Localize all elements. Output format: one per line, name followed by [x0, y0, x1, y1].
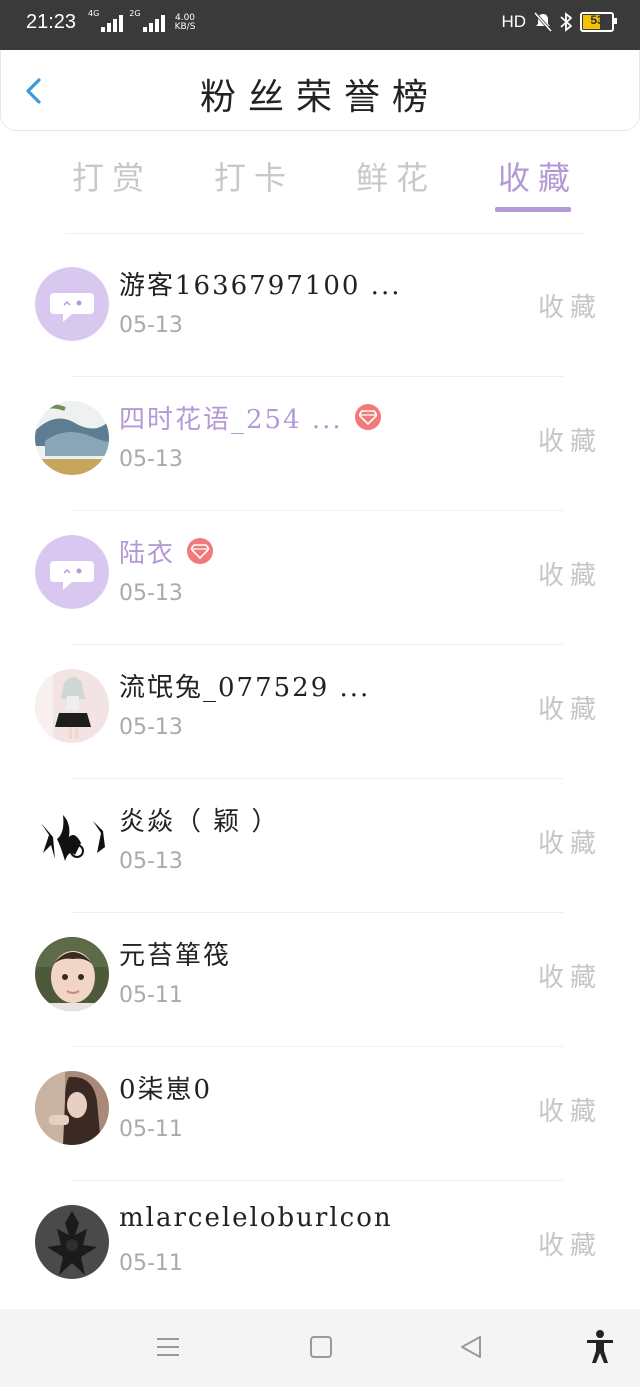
list-item[interactable]: 陆衣 05-13 收藏 — [0, 511, 640, 645]
network-type-2: 2G — [129, 9, 141, 18]
fan-action-label: 收藏 — [537, 1097, 602, 1127]
signal-icon — [101, 15, 124, 32]
fan-date: 05-13 — [119, 849, 183, 874]
fan-date: 05-13 — [119, 447, 183, 472]
vip-diamond-icon — [187, 538, 214, 564]
fan-date: 05-11 — [119, 983, 183, 1008]
tab-flowers[interactable]: 鲜花 — [356, 153, 436, 199]
signal-icon-2 — [142, 15, 165, 32]
fan-name: 四时花语_254 ... — [119, 399, 381, 436]
bluetooth-icon — [560, 12, 572, 32]
ink-figures-avatar-icon — [35, 803, 109, 877]
fan-action-label: 收藏 — [537, 293, 602, 323]
fan-name: 元苔箪筏 — [119, 941, 232, 971]
home-square-icon[interactable] — [308, 1333, 334, 1361]
fan-name: 游客1636797100 ... — [119, 271, 402, 301]
avatar[interactable] — [35, 1071, 109, 1145]
avatar[interactable] — [35, 267, 109, 341]
fan-name-text: 陆衣 — [119, 539, 176, 569]
list-item[interactable]: 流氓兔_077529 ... 05-13 收藏 — [0, 645, 640, 779]
fan-date: 05-13 — [119, 313, 183, 338]
avatar[interactable] — [35, 535, 109, 609]
fan-action-label: 收藏 — [537, 963, 602, 993]
active-tab-indicator — [495, 207, 571, 212]
fan-name: 0柒崽0 — [119, 1075, 213, 1105]
list-item[interactable]: 元苔箪筏 05-11 收藏 — [0, 913, 640, 1047]
avatar[interactable] — [35, 937, 109, 1011]
avatar[interactable] — [35, 803, 109, 877]
anime-girl-avatar-icon — [35, 669, 109, 743]
fan-list: 游客1636797100 ... 05-13 收藏 四时花语_254 ... 0… — [0, 243, 640, 1315]
default-chat-avatar-icon — [35, 267, 109, 341]
battery-icon: 53 — [580, 12, 617, 32]
fan-date: 05-13 — [119, 715, 183, 740]
child-photo-avatar-icon — [35, 937, 109, 1011]
net-speed: 4.00 KB/S — [175, 14, 196, 32]
status-right: HD 53 — [501, 12, 617, 32]
hd-label: HD — [501, 12, 526, 31]
default-chat-avatar-icon — [35, 535, 109, 609]
vip-diamond-icon — [354, 404, 381, 430]
status-time: 21:23 — [26, 11, 77, 33]
dark-statue-avatar-icon — [35, 1205, 109, 1279]
list-item[interactable]: mlarceleloburlcon 05-11 收藏 — [0, 1181, 640, 1315]
status-bar: 21:23 4G 2G 4.00 KB/S HD 53 — [0, 0, 640, 50]
list-item[interactable]: 游客1636797100 ... 05-13 收藏 — [0, 243, 640, 377]
girl-photo-avatar-icon — [35, 1071, 109, 1145]
fan-name-text: 四时花语_254 ... — [119, 405, 343, 435]
app-header: 粉丝荣誉榜 — [0, 50, 640, 131]
fan-action-label: 收藏 — [537, 561, 602, 591]
fan-action-label: 收藏 — [537, 1231, 602, 1261]
list-item[interactable]: 四时花语_254 ... 05-13 收藏 — [0, 377, 640, 511]
avatar[interactable] — [35, 669, 109, 743]
tab-reward[interactable]: 打赏 — [72, 153, 152, 199]
fan-date: 05-13 — [119, 581, 183, 606]
network-indicators: 4G 2G 4.00 KB/S — [88, 9, 196, 32]
landscape-avatar-icon — [35, 401, 109, 475]
mute-bell-icon — [534, 12, 552, 32]
avatar[interactable] — [35, 401, 109, 475]
list-item[interactable]: 0柒崽0 05-11 收藏 — [0, 1047, 640, 1181]
tab-collect[interactable]: 收藏 — [498, 153, 578, 199]
battery-level: 53 — [590, 13, 604, 27]
page-title: 粉丝荣誉榜 — [199, 77, 440, 118]
fan-name: mlarceleloburlcon — [119, 1203, 393, 1233]
fan-action-label: 收藏 — [537, 427, 602, 457]
accessibility-icon[interactable] — [585, 1329, 615, 1365]
menu-icon[interactable] — [155, 1333, 181, 1361]
fan-date: 05-11 — [119, 1251, 183, 1276]
system-nav-bar — [0, 1309, 640, 1387]
fan-action-label: 收藏 — [537, 695, 602, 725]
fan-name: 炎焱（ 颖 ） — [119, 807, 280, 837]
fan-name: 流氓兔_077529 ... — [119, 673, 371, 703]
fan-date: 05-11 — [119, 1117, 183, 1142]
tab-checkin[interactable]: 打卡 — [214, 153, 294, 199]
tab-bar: 打赏 打卡 鲜花 收藏 — [0, 145, 640, 215]
fan-name: 陆衣 — [119, 533, 214, 570]
net-speed-unit: KB/S — [174, 22, 196, 32]
back-triangle-icon[interactable] — [458, 1333, 484, 1361]
avatar[interactable] — [35, 1205, 109, 1279]
network-type-1: 4G — [88, 9, 100, 18]
fan-action-label: 收藏 — [537, 829, 602, 859]
divider — [65, 233, 585, 234]
list-item[interactable]: 炎焱（ 颖 ） 05-13 收藏 — [0, 779, 640, 913]
